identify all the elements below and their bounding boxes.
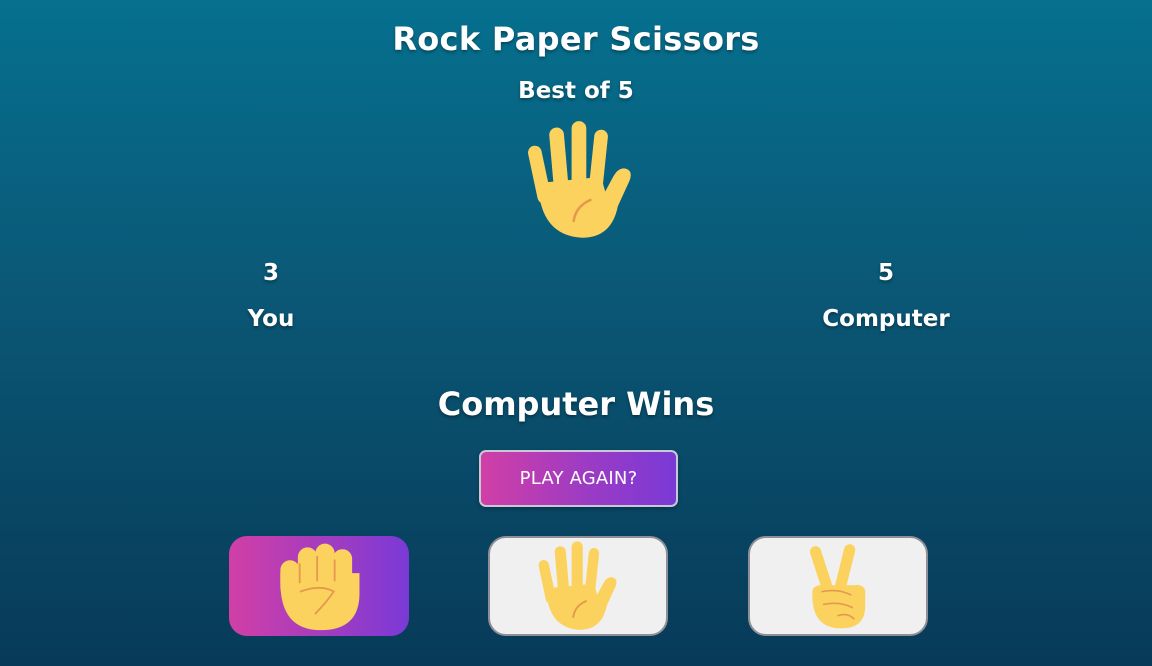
result-text: Computer Wins — [437, 385, 715, 423]
player-score: 3 You — [171, 260, 371, 332]
player-score-value: 3 — [262, 260, 279, 286]
computer-choice-paper-hand-icon — [526, 118, 634, 242]
computer-score: 5 Computer — [786, 260, 986, 332]
fist-icon — [273, 540, 365, 632]
game-title: Rock Paper Scissors — [392, 20, 760, 58]
raised-hand-icon — [538, 539, 618, 633]
computer-score-value: 5 — [877, 260, 894, 286]
choice-paper-button[interactable] — [488, 536, 668, 636]
computer-score-label: Computer — [822, 306, 950, 332]
game-subtitle: Best of 5 — [518, 78, 634, 104]
choice-rock-button[interactable] — [229, 536, 409, 636]
victory-hand-icon — [806, 542, 870, 630]
choice-scissors-button[interactable] — [748, 536, 928, 636]
play-again-button[interactable]: PLAY AGAIN? — [479, 450, 678, 507]
player-score-label: You — [247, 306, 295, 332]
